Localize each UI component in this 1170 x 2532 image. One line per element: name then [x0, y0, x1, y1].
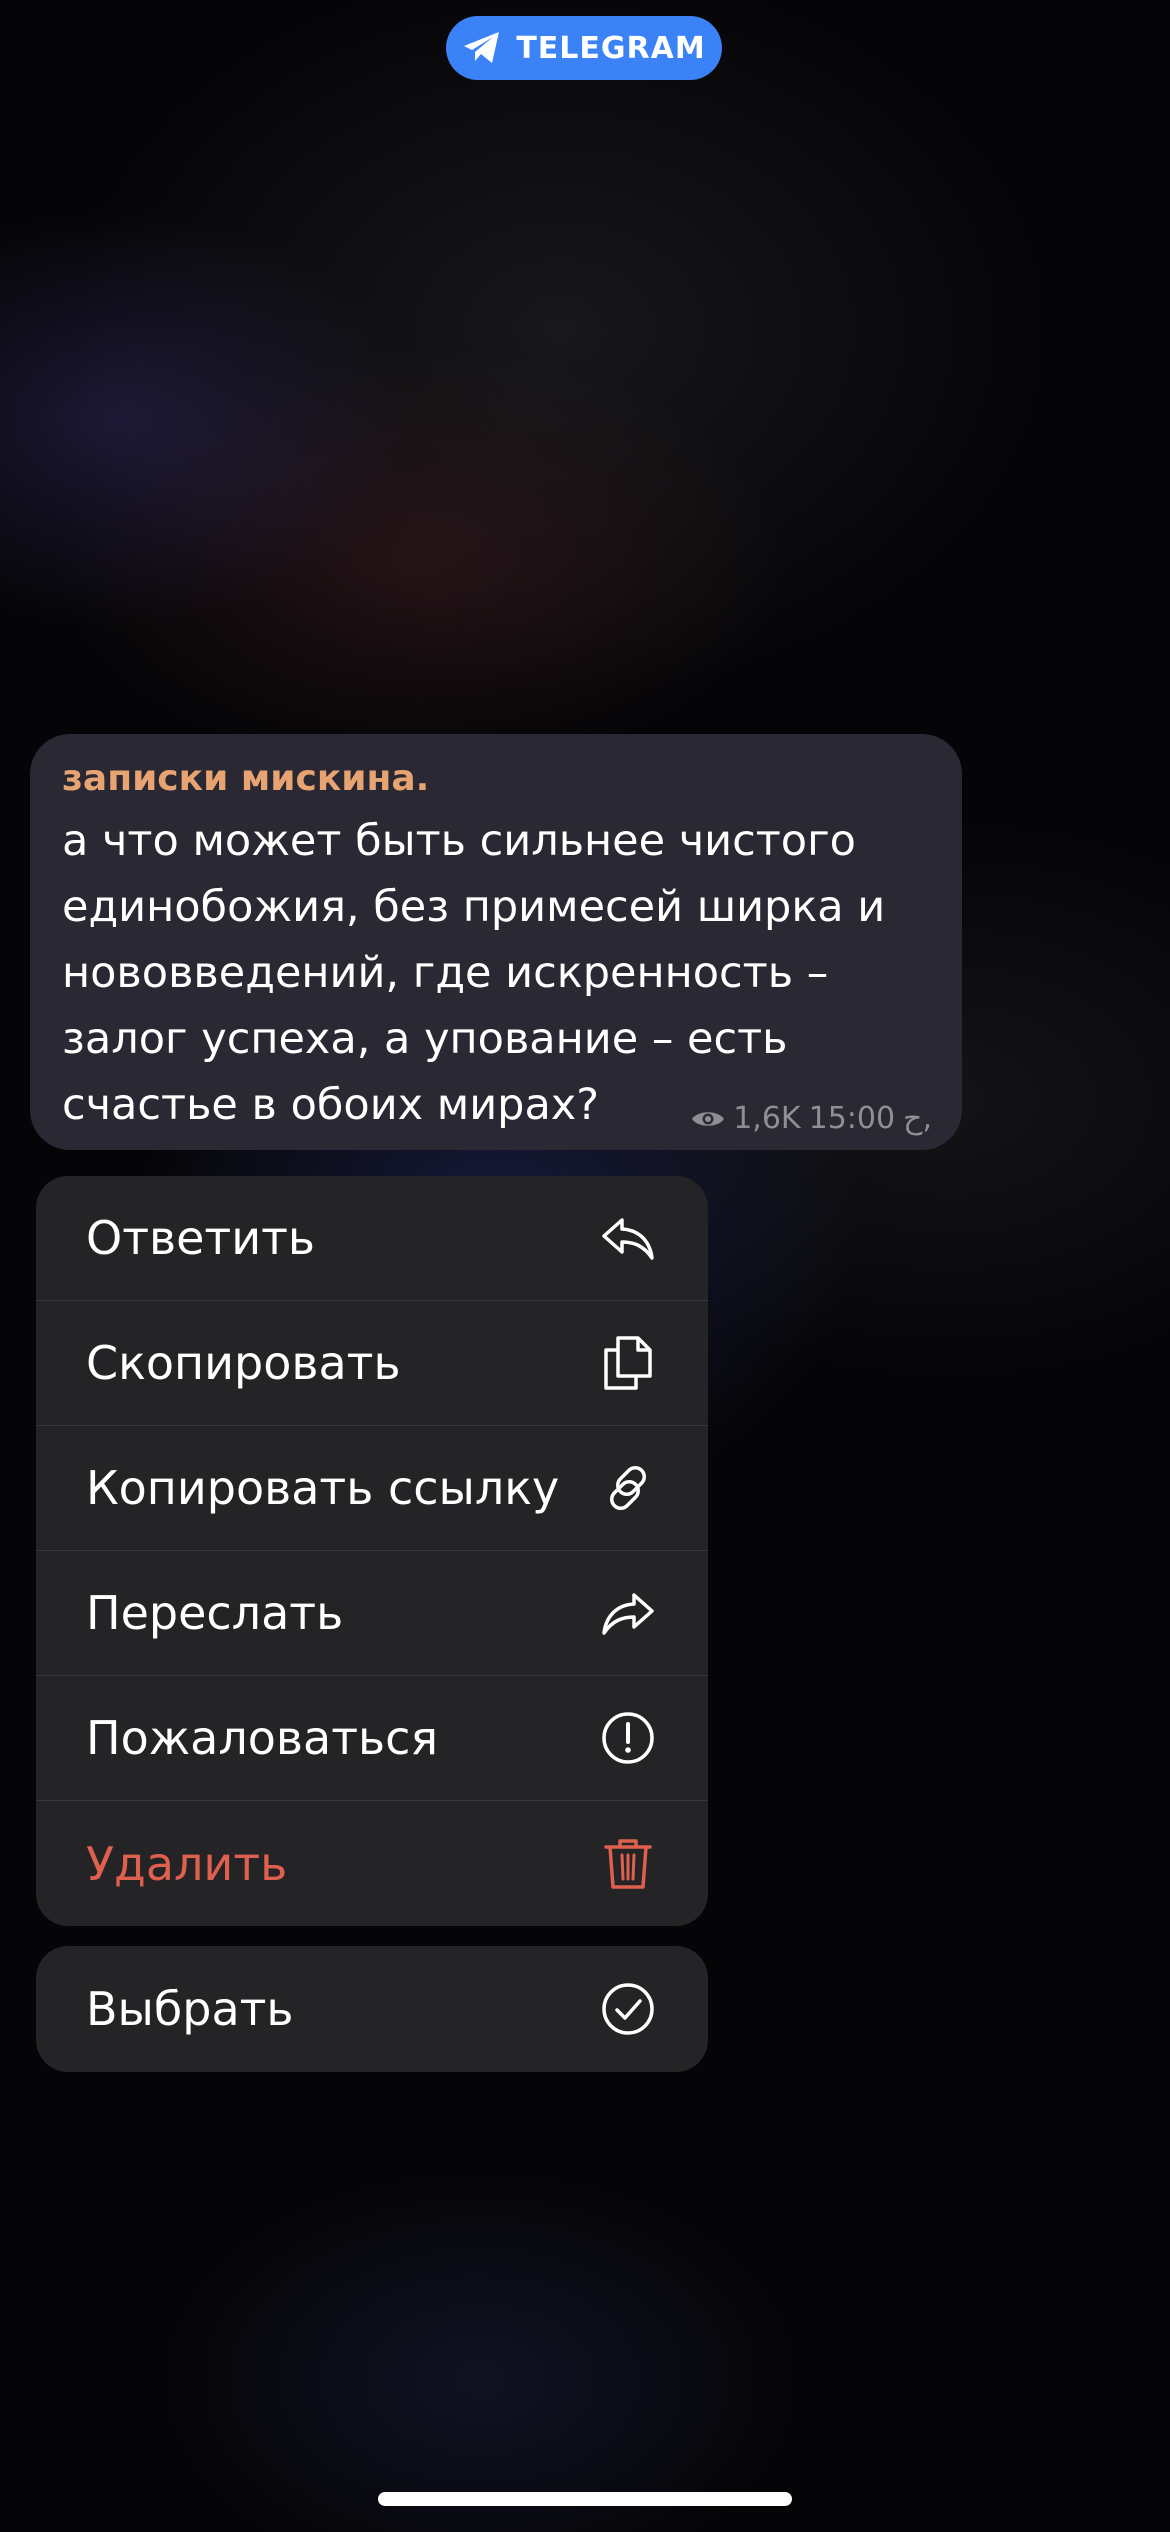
menu-item-label: Удалить: [86, 1836, 288, 1891]
message-meta: 1,6K 15:00 ح,: [691, 1101, 932, 1136]
menu-item-reply[interactable]: Ответить: [36, 1176, 708, 1301]
menu-item-label: Выбрать: [86, 1982, 294, 2036]
context-menu-select-group: Выбрать: [36, 1946, 708, 2072]
link-icon: [600, 1460, 656, 1516]
menu-item-label: Переслать: [86, 1586, 344, 1640]
trash-icon: [600, 1835, 656, 1893]
views-eye-icon: [691, 1108, 725, 1130]
forward-icon: [600, 1589, 656, 1637]
checkmark-circle-icon: [600, 1981, 656, 2037]
menu-item-label: Копировать ссылку: [86, 1461, 560, 1515]
menu-item-copy-link[interactable]: Копировать ссылку: [36, 1426, 708, 1551]
menu-item-report[interactable]: Пожаловаться: [36, 1676, 708, 1801]
home-indicator[interactable]: [378, 2492, 792, 2506]
copy-icon: [600, 1334, 656, 1392]
menu-item-select[interactable]: Выбрать: [36, 1946, 708, 2072]
report-icon: [600, 1710, 656, 1766]
views-count: 1,6K: [733, 1101, 801, 1136]
menu-item-label: Ответить: [86, 1211, 316, 1265]
message-author[interactable]: записки мискина.: [62, 754, 930, 804]
telegram-pill[interactable]: TELEGRAM: [446, 16, 722, 80]
menu-item-label: Пожаловаться: [86, 1711, 439, 1765]
context-menu-actions: Ответить Скопировать Копировать ссылку П…: [36, 1176, 708, 1926]
menu-item-label: Скопировать: [86, 1336, 401, 1390]
message-signature: ح,: [903, 1101, 932, 1136]
telegram-pill-label: TELEGRAM: [516, 30, 706, 66]
message-time: 15:00: [808, 1101, 896, 1136]
message-bubble[interactable]: записки мискина. а что может быть сильне…: [30, 734, 962, 1150]
menu-item-copy[interactable]: Скопировать: [36, 1301, 708, 1426]
telegram-paper-plane-icon: [462, 30, 502, 66]
menu-item-forward[interactable]: Переслать: [36, 1551, 708, 1676]
context-menu: Ответить Скопировать Копировать ссылку П…: [36, 1176, 708, 2072]
menu-item-delete[interactable]: Удалить: [36, 1801, 708, 1926]
menu-separator: [36, 1926, 708, 1946]
reply-icon: [600, 1214, 656, 1262]
message-text: а что может быть сильнее чистого единобо…: [62, 816, 886, 1130]
